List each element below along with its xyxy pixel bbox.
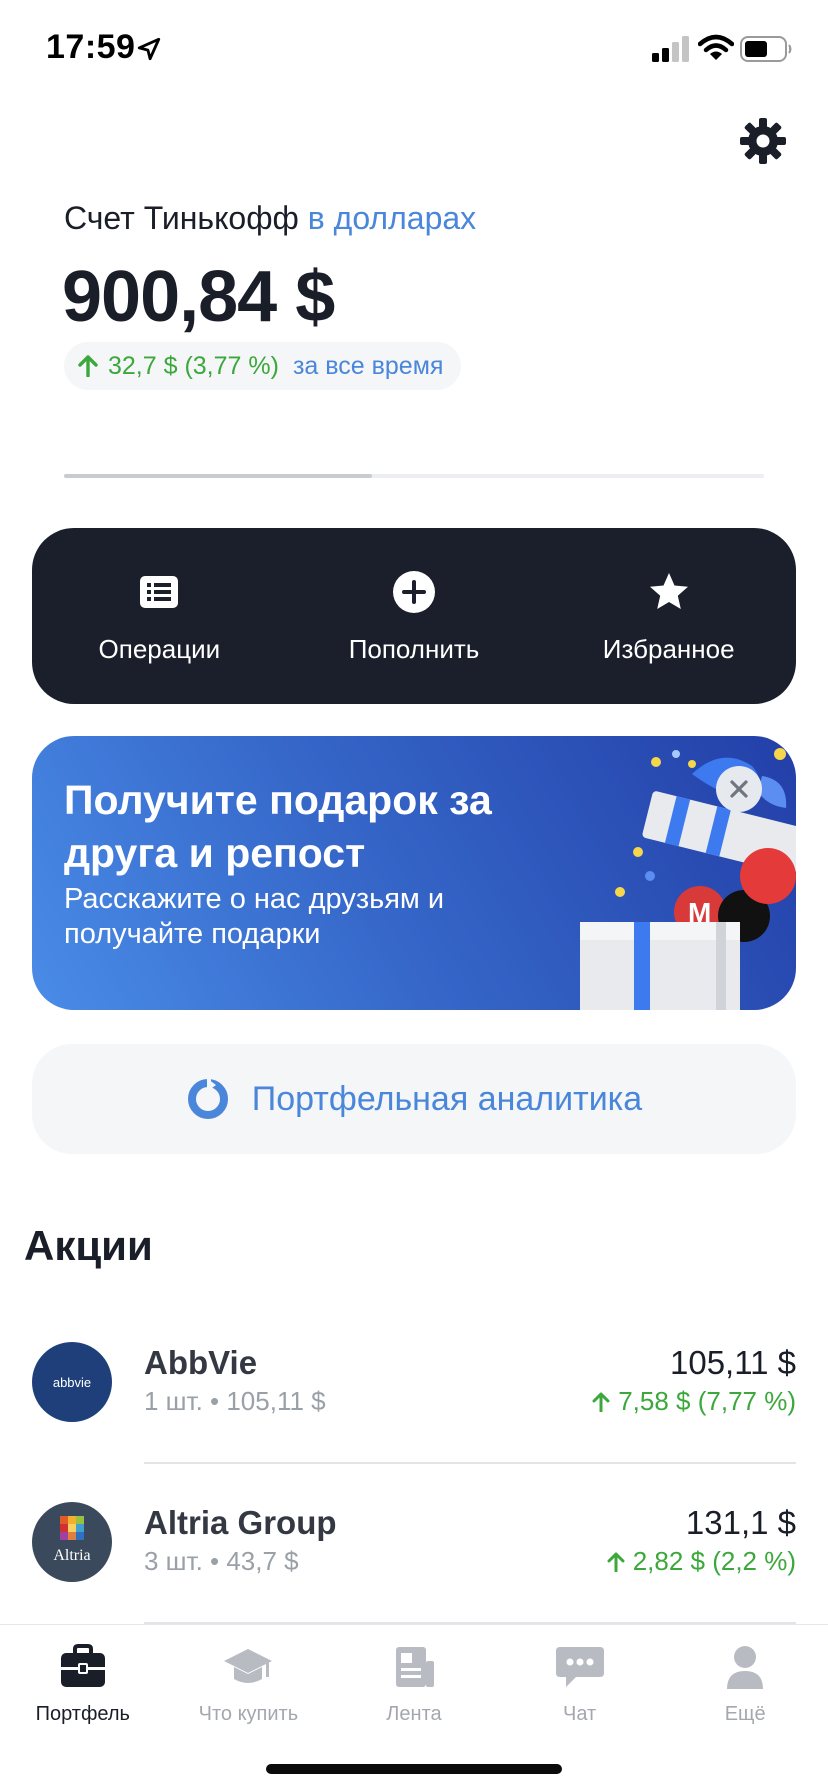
tab-label: Портфель	[35, 1703, 130, 1725]
tab-portfolio[interactable]: Портфель	[0, 1625, 166, 1792]
stock-quantity: 3 шт. • 43,7 $	[144, 1546, 299, 1576]
arrow-up-icon	[78, 355, 98, 377]
user-icon	[727, 1646, 764, 1689]
location-arrow-icon	[137, 37, 161, 61]
tab-label: Чат	[562, 1703, 597, 1725]
svg-text:abbvie: abbvie	[53, 1375, 91, 1390]
promo-subtitle: Расскажите о нас друзьям и получайте под…	[64, 883, 445, 950]
top-up-label: Пополнить	[348, 634, 480, 664]
stock-quantity: 1 шт. • 105,11 $	[144, 1386, 326, 1416]
arrow-up-icon	[592, 1392, 610, 1412]
pie-chart-icon	[187, 1079, 228, 1119]
abbvie-logo-mark: abbvie	[53, 1375, 91, 1390]
account-name: Счет Тинькофф	[64, 200, 299, 236]
svg-text:Altria: Altria	[53, 1547, 90, 1564]
account-balance: 900,84 $	[62, 257, 335, 337]
tab-label: Лента	[386, 1703, 442, 1725]
status-bar: 17:59	[0, 0, 828, 100]
arrow-up-icon	[607, 1552, 625, 1572]
stock-price: 131,1 $	[685, 1504, 796, 1541]
tab-label: Ещё	[724, 1703, 766, 1725]
stock-name: AbbVie	[144, 1344, 258, 1381]
operations-button[interactable]: Операции	[32, 528, 287, 704]
stock-change-value: 7,58 $ (7,77 %)	[618, 1386, 796, 1416]
row-divider	[144, 1462, 796, 1464]
stock-price: 105,11 $	[669, 1344, 796, 1381]
account-currency-link[interactable]: в долларах	[308, 200, 476, 236]
stock-change: 2,82 $ (2,2 %)	[607, 1546, 796, 1577]
graduation-cap-icon	[224, 1649, 273, 1683]
plus-circle-icon	[393, 571, 435, 613]
chat-bubble-icon	[555, 1647, 604, 1687]
status-time: 17:59	[46, 28, 136, 66]
portfolio-analytics-button[interactable]: Портфельная аналитика	[32, 1044, 796, 1154]
promo-banner[interactable]: Получите подарок за друга и репост Расск…	[32, 736, 796, 1010]
tab-more[interactable]: Ещё	[662, 1625, 828, 1792]
top-up-button[interactable]: Пополнить	[287, 528, 542, 704]
gear-icon[interactable]	[738, 116, 788, 166]
stock-name: Altria Group	[144, 1504, 337, 1541]
abbvie-logo: abbvie	[32, 1342, 112, 1422]
newspaper-icon	[395, 1647, 434, 1687]
balance-change-pill[interactable]: 32,7 $ (3,77 %) за все время	[64, 342, 462, 390]
account-carousel-progress	[64, 474, 764, 478]
operations-label: Операции	[98, 634, 221, 664]
balance-change-period: за все время	[292, 351, 444, 380]
briefcase-icon	[60, 1644, 105, 1687]
balance-change-value: 32,7 $ (3,77 %)	[108, 351, 279, 380]
home-indicator	[266, 1764, 562, 1774]
progress-fill	[64, 474, 372, 478]
quick-actions-panel: Операции Пополнить Избранное	[32, 528, 796, 704]
close-icon	[730, 780, 748, 798]
gift-box-illustration: M	[580, 748, 796, 1010]
wifi-icon	[698, 34, 734, 60]
altria-logo-mark: Altria	[53, 1516, 91, 1564]
stocks-section-title: Акции	[24, 1222, 153, 1269]
stock-row-abbvie[interactable]: abbvie AbbVie 1 шт. • 105,11 $ 105,11 $ …	[0, 1342, 828, 1502]
cellular-signal-icon	[652, 36, 689, 62]
star-icon	[649, 573, 688, 609]
altria-logo: Altria	[32, 1502, 112, 1582]
stock-change: 7,58 $ (7,77 %)	[592, 1386, 796, 1417]
promo-title: Получите подарок за друга и репост	[64, 777, 492, 876]
list-icon	[140, 576, 179, 608]
promo-close-button[interactable]	[716, 766, 762, 812]
battery-icon	[740, 36, 792, 62]
account-title[interactable]: Счет Тинькофф в долларах	[64, 200, 476, 237]
tab-label: Что купить	[198, 1703, 299, 1725]
stock-change-value: 2,82 $ (2,2 %)	[632, 1546, 796, 1576]
favorites-button[interactable]: Избранное	[541, 528, 796, 704]
portfolio-analytics-label: Портфельная аналитика	[251, 1079, 643, 1118]
favorites-label: Избранное	[602, 634, 735, 664]
